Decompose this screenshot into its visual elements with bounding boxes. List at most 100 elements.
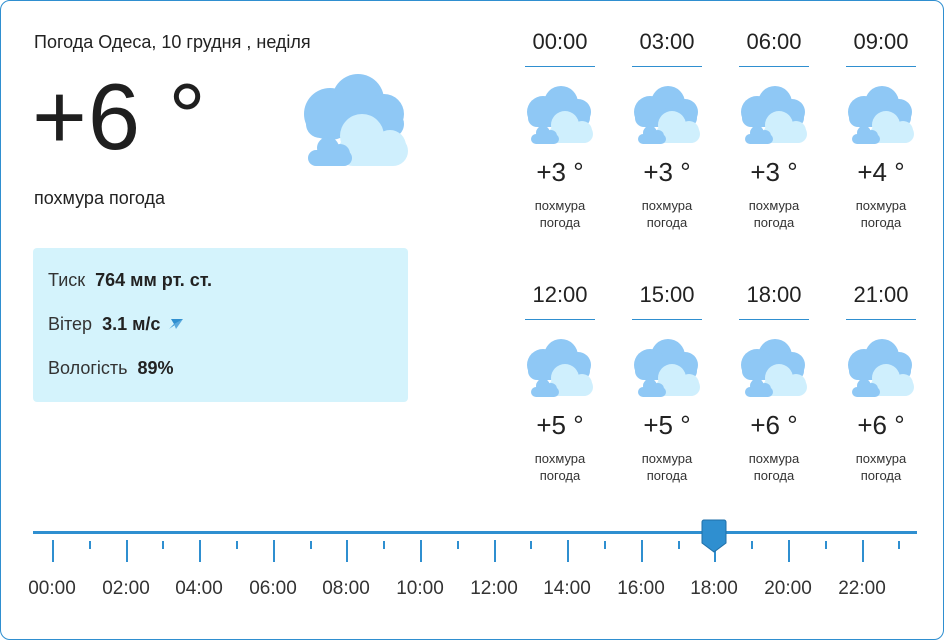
hour-condition: похмура погода — [739, 450, 809, 484]
pressure-label: Тиск — [48, 270, 86, 290]
hour-condition-line: погода — [860, 468, 902, 483]
hour-time: 12:00 — [532, 282, 588, 307]
timeline-slider-handle[interactable] — [701, 519, 727, 553]
hourly-item: 00:00 +3 ° похмура погода — [525, 28, 595, 231]
timeline-label[interactable]: 22:00 — [827, 578, 897, 600]
hour-divider — [739, 319, 809, 320]
hourly-item: 21:00 +6 ° похмура погода — [846, 281, 916, 484]
hour-condition-line: похмура — [748, 198, 800, 213]
cloudy-icon — [739, 336, 809, 398]
hour-condition-line: похмура — [641, 198, 693, 213]
hour-condition-line: погода — [646, 468, 688, 483]
wind-direction-arrow-icon — [169, 319, 184, 329]
hour-temperature: +6 ° — [857, 410, 905, 440]
timeline-tick-minor — [825, 541, 827, 549]
timeline-label[interactable]: 12:00 — [459, 578, 529, 600]
hour-condition-line: похмура — [534, 198, 586, 213]
wind-value: 3.1 м/с — [102, 314, 161, 334]
hour-divider — [846, 66, 916, 67]
hour-condition-line: похмура — [855, 451, 907, 466]
hour-temperature: +5 ° — [643, 410, 691, 440]
timeline-label[interactable]: 16:00 — [606, 578, 676, 600]
hourly-item: 09:00 +4 ° похмура погода — [846, 28, 916, 231]
hour-condition-line: похмура — [641, 451, 693, 466]
cloudy-icon — [846, 83, 916, 145]
hour-condition-line: похмура — [534, 451, 586, 466]
cloudy-icon — [525, 336, 595, 398]
cloudy-icon — [846, 336, 916, 398]
hour-divider — [632, 66, 702, 67]
hour-condition: похмура погода — [632, 450, 702, 484]
timeline-label[interactable]: 10:00 — [385, 578, 455, 600]
cloudy-icon — [525, 83, 595, 145]
hourly-item: 03:00 +3 ° похмура погода — [632, 28, 702, 231]
hour-condition: похмура погода — [525, 450, 595, 484]
hour-temperature: +5 ° — [536, 410, 584, 440]
timeline-tick-minor — [236, 541, 238, 549]
hour-time: 03:00 — [639, 29, 695, 54]
timeline-tick-minor — [89, 541, 91, 549]
timeline-tick-major — [199, 540, 201, 562]
hour-divider — [739, 66, 809, 67]
timeline-tick-major — [641, 540, 643, 562]
timeline-label[interactable]: 20:00 — [753, 578, 823, 600]
timeline-tick-minor — [604, 541, 606, 549]
timeline-tick-major — [494, 540, 496, 562]
hour-condition-line: погода — [860, 215, 902, 230]
hourly-item: 06:00 +3 ° похмура погода — [739, 28, 809, 231]
wind-label: Вітер — [48, 314, 93, 334]
hour-condition-line: погода — [753, 215, 795, 230]
hour-condition: похмура погода — [632, 197, 702, 231]
hour-time: 09:00 — [853, 29, 909, 54]
wind-row: Вітер 3.1 м/с — [48, 314, 184, 335]
hour-temperature: +6 ° — [750, 410, 798, 440]
timeline-tick-minor — [162, 541, 164, 549]
timeline-label[interactable]: 18:00 — [679, 578, 749, 600]
timeline-tick-major — [126, 540, 128, 562]
hour-condition: похмура погода — [846, 450, 916, 484]
current-condition: похмура погода — [34, 188, 166, 208]
hour-temperature: +3 ° — [750, 157, 798, 187]
hour-condition: похмура погода — [846, 197, 916, 231]
hour-divider — [525, 319, 595, 320]
timeline-label[interactable]: 02:00 — [91, 578, 161, 600]
hour-condition-line: погода — [539, 468, 581, 483]
cloudy-icon — [739, 83, 809, 145]
hour-condition: похмура погода — [525, 197, 595, 231]
timeline-tick-major — [346, 540, 348, 562]
humidity-label: Вологість — [48, 358, 128, 378]
timeline-tick-major — [273, 540, 275, 562]
timeline-tick-major — [52, 540, 54, 562]
hour-temperature: +3 ° — [536, 157, 584, 187]
timeline-label[interactable]: 14:00 — [532, 578, 602, 600]
hour-condition-line: погода — [539, 215, 581, 230]
hourly-item: 15:00 +5 ° похмура погода — [632, 281, 702, 484]
timeline-track[interactable] — [33, 531, 917, 534]
timeline-tick-minor — [530, 541, 532, 549]
hour-divider — [525, 66, 595, 67]
timeline-tick-minor — [383, 541, 385, 549]
humidity-row: Вологість 89% — [48, 358, 174, 379]
timeline-tick-major — [420, 540, 422, 562]
timeline-tick-minor — [310, 541, 312, 549]
cloudy-icon — [304, 74, 408, 166]
current-temperature: +6 ° — [32, 64, 207, 169]
hour-temperature: +4 ° — [857, 157, 905, 187]
timeline-tick-major — [567, 540, 569, 562]
humidity-value: 89% — [137, 358, 174, 378]
page-title: Погода Одеса, 10 грудня , неділя — [34, 32, 311, 52]
hour-time: 15:00 — [639, 282, 695, 307]
timeline-label[interactable]: 00:00 — [17, 578, 87, 600]
hour-time: 00:00 — [532, 29, 588, 54]
timeline-tick-minor — [898, 541, 900, 549]
timeline-label[interactable]: 06:00 — [238, 578, 308, 600]
timeline-label[interactable]: 04:00 — [164, 578, 234, 600]
cloudy-icon — [632, 83, 702, 145]
hour-divider — [632, 319, 702, 320]
hour-condition-line: погода — [753, 468, 795, 483]
hour-condition-line: погода — [646, 215, 688, 230]
details-panel: Тиск 764 мм рт. ст. Вітер 3.1 м/с Вологіст… — [33, 248, 408, 402]
timeline-label[interactable]: 08:00 — [311, 578, 381, 600]
hour-condition: похмура погода — [739, 197, 809, 231]
hour-time: 21:00 — [853, 282, 909, 307]
